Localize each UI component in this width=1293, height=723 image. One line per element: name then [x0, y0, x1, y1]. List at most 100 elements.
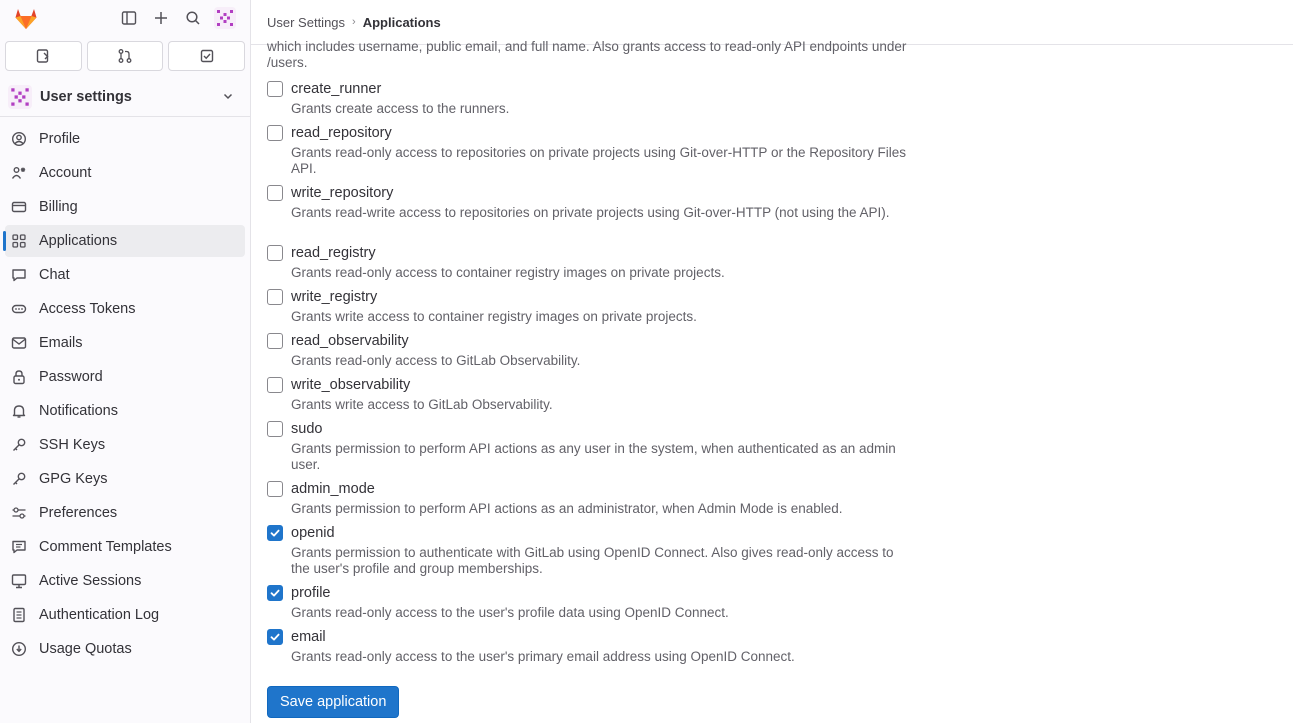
- scope-name[interactable]: read_repository: [291, 123, 907, 143]
- sidebar-item-access-tokens[interactable]: Access Tokens: [5, 293, 245, 325]
- sidebar-item-profile[interactable]: Profile: [5, 123, 245, 155]
- issues-button[interactable]: [5, 41, 82, 71]
- bell-icon: [11, 403, 27, 419]
- scope-checkbox-write-registry[interactable]: [267, 289, 283, 305]
- sidebar-toggle-icon[interactable]: [118, 7, 140, 29]
- sidebar-item-ssh-keys[interactable]: SSH Keys: [5, 429, 245, 461]
- scope-row-sudo: sudo Grants permission to perform API act…: [267, 419, 907, 473]
- scope-row-read-registry: read_registry Grants read-only access to …: [267, 243, 907, 281]
- settings-nav: Profile Account Billing Applications Chat Acc…: [0, 117, 250, 665]
- scope-checkbox-profile[interactable]: [267, 585, 283, 601]
- sidebar: User settings Profile Account Billing Appli…: [0, 0, 251, 723]
- sidebar-item-emails[interactable]: Emails: [5, 327, 245, 359]
- sidebar-item-authentication-log[interactable]: Authentication Log: [5, 599, 245, 631]
- sidebar-item-comment-templates[interactable]: Comment Templates: [5, 531, 245, 563]
- breadcrumb-separator: ›: [352, 16, 356, 28]
- scope-name[interactable]: profile: [291, 583, 907, 603]
- monitor-icon: [11, 573, 27, 589]
- scope-checkbox-email[interactable]: [267, 629, 283, 645]
- save-application-button[interactable]: Save application: [267, 686, 400, 718]
- scope-checkbox-read-registry[interactable]: [267, 245, 283, 261]
- merge-requests-button[interactable]: [86, 41, 164, 71]
- scope-name[interactable]: email: [291, 627, 907, 647]
- email-icon: [11, 335, 27, 351]
- scope-name[interactable]: create_runner: [291, 79, 907, 99]
- scopes-section: which includes username, public email, a…: [267, 39, 907, 664]
- sidebar-item-gpg-keys[interactable]: GPG Keys: [5, 463, 245, 495]
- scope-checkbox-sudo[interactable]: [267, 421, 283, 437]
- sidebar-item-label: Chat: [39, 267, 70, 283]
- account-icon: [11, 165, 27, 181]
- profile-icon: [11, 131, 27, 147]
- chat-icon: [11, 267, 27, 283]
- breadcrumb-parent-link[interactable]: User Settings: [267, 15, 345, 30]
- scope-checkbox-write-repository[interactable]: [267, 185, 283, 201]
- sidebar-item-label: Preferences: [39, 505, 118, 521]
- scope-description-partial: which includes username, public email, a…: [267, 39, 907, 70]
- quota-icon: [11, 641, 27, 657]
- scope-name[interactable]: read_registry: [291, 243, 907, 263]
- sidebar-item-label: Access Tokens: [39, 301, 136, 317]
- scope-name[interactable]: admin_mode: [291, 479, 907, 499]
- context-switcher[interactable]: User settings: [0, 77, 250, 117]
- key-icon: [11, 437, 27, 453]
- applications-icon: [11, 233, 27, 249]
- sidebar-item-label: GPG Keys: [39, 471, 108, 487]
- todo-icon: [200, 49, 213, 63]
- scope-name[interactable]: openid: [291, 523, 907, 543]
- scope-description: Grants read-write access to repositories…: [291, 205, 890, 220]
- sidebar-item-applications[interactable]: Applications: [3, 225, 245, 257]
- scope-row-write-repository: write_repository Grants read-write access…: [267, 183, 907, 221]
- scope-row-read-repository: read_repository Grants read-only access t…: [267, 123, 907, 177]
- chevron-down-icon: [222, 89, 234, 105]
- sidebar-topbar: [0, 0, 250, 36]
- sidebar-item-password[interactable]: Password: [5, 361, 245, 393]
- sidebar-item-label: Active Sessions: [39, 573, 142, 589]
- sidebar-item-account[interactable]: Account: [5, 157, 245, 189]
- scope-description: Grants write access to container registr…: [291, 309, 697, 324]
- scope-description: Grants create access to the runners.: [291, 101, 510, 116]
- context-title: User settings: [40, 88, 132, 105]
- sidebar-item-label: Usage Quotas: [39, 641, 132, 657]
- sidebar-item-notifications[interactable]: Notifications: [5, 395, 245, 427]
- sidebar-item-active-sessions[interactable]: Active Sessions: [5, 565, 245, 597]
- todo-button[interactable]: [168, 41, 246, 71]
- sidebar-item-label: Account: [39, 165, 92, 181]
- scope-row-write-observability: write_observability Grants write access t…: [267, 375, 907, 413]
- sidebar-item-preferences[interactable]: Preferences: [5, 497, 245, 529]
- key-icon: [11, 471, 27, 487]
- sidebar-item-label: Applications: [39, 233, 118, 249]
- scope-description: Grants read-only access to repositories …: [291, 145, 906, 176]
- scope-name[interactable]: write_repository: [291, 183, 907, 203]
- scope-row-create-runner: create_runner Grants create access to the…: [267, 79, 907, 117]
- scope-checkbox-openid[interactable]: [267, 525, 283, 541]
- plus-icon[interactable]: [150, 7, 172, 29]
- scope-description: Grants read-only access to the user's pr…: [291, 649, 795, 664]
- search-icon[interactable]: [182, 7, 204, 29]
- scope-name[interactable]: read_observability: [291, 331, 907, 351]
- sidebar-item-label: SSH Keys: [39, 437, 106, 453]
- lock-icon: [11, 369, 27, 385]
- sidebar-item-label: Notifications: [39, 403, 118, 419]
- sidebar-item-label: Emails: [39, 335, 83, 351]
- scope-checkbox-read-repository[interactable]: [267, 125, 283, 141]
- token-icon: [11, 301, 27, 317]
- user-avatar[interactable]: [214, 7, 236, 29]
- sidebar-item-chat[interactable]: Chat: [5, 259, 245, 291]
- scope-name[interactable]: sudo: [291, 419, 907, 439]
- scope-checkbox-read-observability[interactable]: [267, 333, 283, 349]
- sidebar-item-label: Billing: [39, 199, 78, 215]
- checkmark-icon: [270, 529, 280, 537]
- scope-row-write-registry: write_registry Grants write access to con…: [267, 287, 907, 325]
- sidebar-item-usage-quotas[interactable]: Usage Quotas: [5, 633, 245, 665]
- scope-checkbox-create-runner[interactable]: [267, 81, 283, 97]
- scope-checkbox-admin-mode[interactable]: [267, 481, 283, 497]
- scope-checkbox-write-observability[interactable]: [267, 377, 283, 393]
- context-avatar: [8, 84, 32, 109]
- gitlab-logo-icon[interactable]: [13, 5, 39, 31]
- scope-row-profile: profile Grants read-only access to the us…: [267, 583, 907, 621]
- scope-name[interactable]: write_observability: [291, 375, 907, 395]
- sidebar-item-billing[interactable]: Billing: [5, 191, 245, 223]
- scope-name[interactable]: write_registry: [291, 287, 907, 307]
- scope-description: Grants permission to perform API actions…: [291, 501, 843, 516]
